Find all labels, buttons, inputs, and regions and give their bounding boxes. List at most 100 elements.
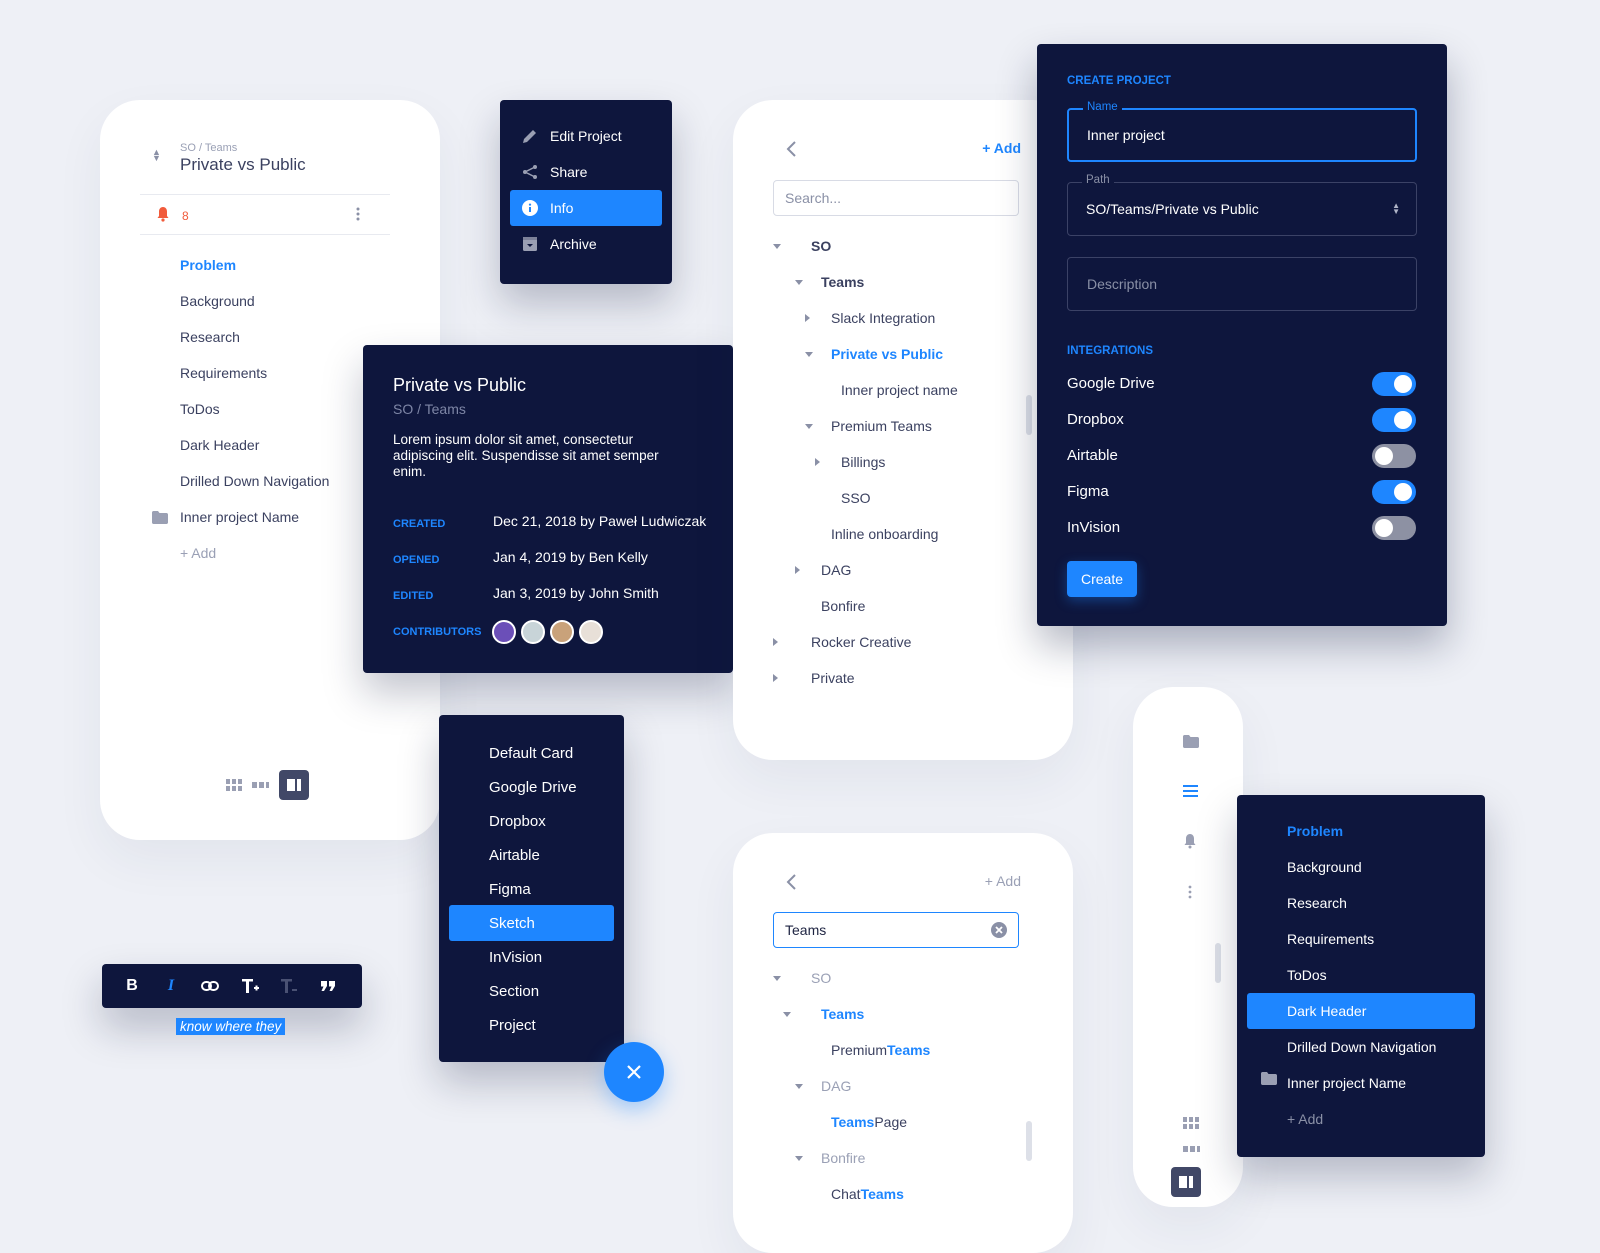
insert-item-sketch[interactable]: Sketch: [449, 905, 614, 941]
quote-button[interactable]: [318, 976, 338, 996]
nav-item-inner-project[interactable]: Inner project Name: [180, 509, 299, 525]
menu-item-archive[interactable]: Archive: [510, 226, 662, 262]
tree-item[interactable]: Premium Teams: [831, 1042, 930, 1058]
column-view-icon[interactable]: [279, 770, 309, 800]
insert-item-dropbox[interactable]: Dropbox: [449, 803, 614, 839]
nav-item-inner-project[interactable]: Inner project Name: [1247, 1065, 1475, 1101]
tree-item[interactable]: Inner project name: [841, 382, 958, 398]
tree-item[interactable]: SO: [811, 970, 831, 986]
decrease-text-size-button[interactable]: [279, 976, 299, 996]
menu-item-info[interactable]: Info: [510, 190, 662, 226]
create-button[interactable]: Create: [1067, 561, 1137, 597]
row-view-icon[interactable]: [1183, 1146, 1200, 1152]
menu-item-edit-project[interactable]: Edit Project: [510, 118, 662, 154]
search-value[interactable]: Teams: [785, 922, 826, 938]
bold-button[interactable]: B: [122, 976, 142, 996]
add-item-link[interactable]: + Add: [1247, 1101, 1475, 1137]
tree-item[interactable]: DAG: [821, 562, 851, 578]
nav-item-requirements[interactable]: Requirements: [180, 365, 267, 381]
nav-item-problem[interactable]: Problem: [180, 257, 236, 273]
caret-down-icon[interactable]: [805, 424, 813, 429]
tree-item[interactable]: Teams: [821, 1006, 864, 1022]
add-button[interactable]: + Add: [985, 873, 1021, 889]
toggle-google-drive[interactable]: [1372, 372, 1416, 396]
insert-item-default-card[interactable]: Default Card: [449, 735, 614, 771]
row-view-icon[interactable]: [252, 782, 269, 788]
tree-item[interactable]: DAG: [821, 1078, 851, 1094]
tree-item[interactable]: Billings: [841, 454, 885, 470]
nav-item-todos[interactable]: ToDos: [180, 401, 220, 417]
link-button[interactable]: [200, 976, 220, 996]
nav-item-dark-header[interactable]: Dark Header: [180, 437, 259, 453]
tree-item[interactable]: Bonfire: [821, 598, 865, 614]
folder-icon[interactable]: [1183, 735, 1199, 748]
bell-icon[interactable]: [1183, 833, 1197, 849]
more-icon[interactable]: [356, 206, 360, 222]
caret-down-icon[interactable]: [795, 280, 803, 285]
breadcrumb[interactable]: SO / Teams: [180, 142, 237, 154]
grid-view-icon[interactable]: [226, 779, 242, 791]
caret-right-icon[interactable]: [795, 566, 800, 574]
nav-item-drilled-down[interactable]: Drilled Down Navigation: [1247, 1029, 1475, 1065]
menu-item-share[interactable]: Share: [510, 154, 662, 190]
caret-right-icon[interactable]: [773, 674, 778, 682]
tree-item[interactable]: Teams Page: [831, 1114, 907, 1130]
insert-item-project[interactable]: Project: [449, 1007, 614, 1043]
insert-item-google-drive[interactable]: Google Drive: [449, 769, 614, 805]
clear-search-icon[interactable]: [991, 922, 1007, 938]
nav-item-research[interactable]: Research: [180, 329, 240, 345]
nav-item-background[interactable]: Background: [180, 293, 255, 309]
nav-item-todos[interactable]: ToDos: [1247, 957, 1475, 993]
scrollbar[interactable]: [1215, 943, 1221, 983]
tree-item[interactable]: Private vs Public: [831, 346, 943, 362]
add-item-link[interactable]: + Add: [180, 545, 216, 561]
add-button[interactable]: + Add: [982, 140, 1021, 156]
scrollbar[interactable]: [1026, 395, 1032, 435]
tree-item[interactable]: Teams: [821, 274, 864, 290]
bell-icon[interactable]: [156, 206, 170, 222]
sort-icon[interactable]: ▲ ▼: [152, 148, 161, 163]
insert-item-airtable[interactable]: Airtable: [449, 837, 614, 873]
insert-item-figma[interactable]: Figma: [449, 871, 614, 907]
nav-item-drilled-down[interactable]: Drilled Down Navigation: [180, 473, 329, 489]
list-icon[interactable]: [1183, 785, 1199, 797]
contributor-avatar[interactable]: [521, 620, 545, 644]
search-input[interactable]: Teams: [773, 912, 1019, 948]
tree-item[interactable]: Private: [811, 670, 855, 686]
caret-down-icon[interactable]: [795, 1156, 803, 1161]
nav-item-requirements[interactable]: Requirements: [1247, 921, 1475, 957]
toggle-invision[interactable]: [1372, 516, 1416, 540]
tree-item[interactable]: Inline onboarding: [831, 526, 938, 542]
nav-item-dark-header[interactable]: Dark Header: [1247, 993, 1475, 1029]
toggle-dropbox[interactable]: [1372, 408, 1416, 432]
grid-view-icon[interactable]: [1183, 1117, 1199, 1129]
name-field[interactable]: Name Inner project: [1067, 101, 1417, 162]
back-chevron-icon[interactable]: [785, 140, 797, 158]
tree-item[interactable]: SO: [811, 238, 831, 254]
tree-item[interactable]: Rocker Creative: [811, 634, 911, 650]
insert-item-invision[interactable]: InVision: [449, 939, 614, 975]
caret-down-icon[interactable]: [783, 1012, 791, 1017]
nav-item-background[interactable]: Background: [1247, 849, 1475, 885]
caret-down-icon[interactable]: [773, 244, 781, 249]
tree-item[interactable]: Bonfire: [821, 1150, 865, 1166]
tree-item[interactable]: Slack Integration: [831, 310, 935, 326]
insert-item-section[interactable]: Section: [449, 973, 614, 1009]
nav-item-problem[interactable]: Problem: [1247, 813, 1475, 849]
search-input[interactable]: [773, 180, 1019, 216]
close-fab-button[interactable]: [604, 1042, 664, 1102]
caret-right-icon[interactable]: [805, 314, 810, 322]
italic-button[interactable]: I: [161, 976, 181, 996]
toggle-figma[interactable]: [1372, 480, 1416, 504]
path-select[interactable]: Path SO/Teams/Private vs Public ▲ ▼: [1067, 174, 1417, 236]
contributor-avatar[interactable]: [492, 620, 516, 644]
caret-down-icon[interactable]: [795, 1084, 803, 1089]
tree-item[interactable]: SSO: [841, 490, 871, 506]
name-field-value[interactable]: Inner project: [1087, 127, 1165, 143]
caret-right-icon[interactable]: [815, 458, 820, 466]
increase-text-size-button[interactable]: [240, 976, 260, 996]
toggle-airtable[interactable]: [1372, 444, 1416, 468]
back-chevron-icon[interactable]: [785, 873, 797, 891]
column-view-icon[interactable]: [1171, 1167, 1201, 1197]
description-field[interactable]: Description: [1067, 257, 1417, 311]
